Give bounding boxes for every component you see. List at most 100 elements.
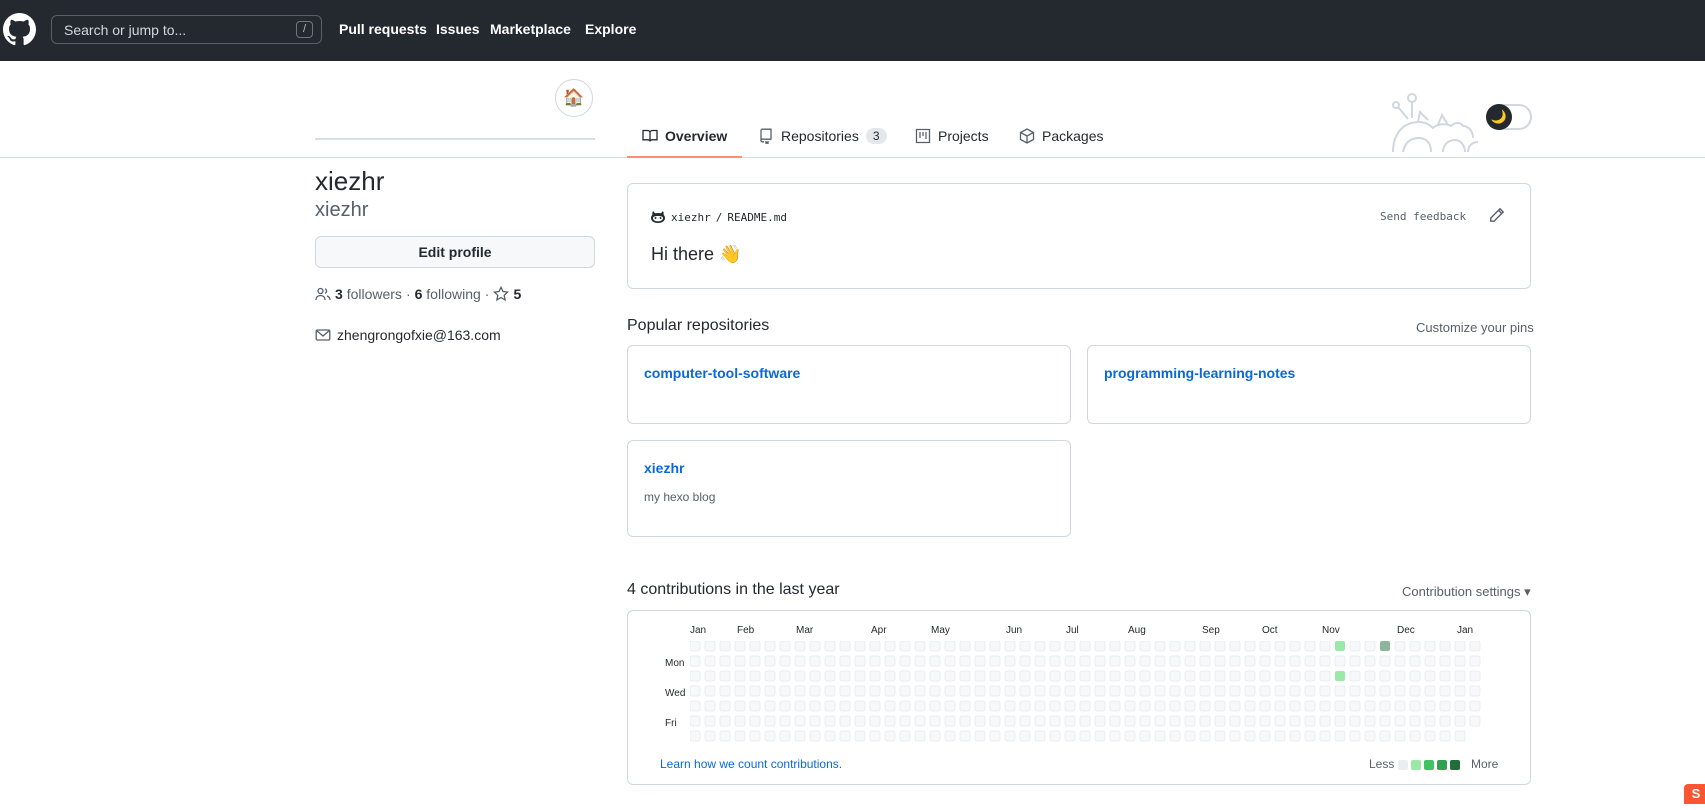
email-link[interactable]: zhengrongofxie@163.com: [337, 327, 501, 343]
contribution-day-cell[interactable]: [1409, 670, 1421, 682]
contribution-day-cell[interactable]: [824, 715, 836, 727]
contribution-day-cell[interactable]: [839, 685, 851, 697]
contribution-day-cell[interactable]: [944, 715, 956, 727]
contribution-day-cell[interactable]: [869, 715, 881, 727]
contribution-day-cell[interactable]: [690, 685, 701, 697]
contribution-day-cell[interactable]: [1319, 641, 1331, 652]
contribution-day-cell[interactable]: [1349, 715, 1361, 727]
contribution-day-cell[interactable]: [1064, 730, 1076, 742]
contribution-day-cell[interactable]: [764, 715, 776, 727]
contribution-day-cell[interactable]: [1169, 641, 1181, 652]
contribution-day-cell[interactable]: [1094, 700, 1106, 712]
contribution-day-cell[interactable]: [974, 655, 986, 667]
contribution-day-cell[interactable]: [1184, 655, 1196, 667]
contribution-day-cell[interactable]: [764, 730, 776, 742]
contribution-day-cell[interactable]: [1229, 641, 1241, 652]
contribution-day-cell[interactable]: [1469, 700, 1481, 712]
contribution-day-cell[interactable]: [779, 715, 791, 727]
contribution-day-cell[interactable]: [749, 715, 761, 727]
contribution-day-cell[interactable]: [1439, 700, 1451, 712]
contribution-day-cell[interactable]: [899, 655, 911, 667]
contribution-day-cell[interactable]: [794, 715, 806, 727]
edit-pencil-icon[interactable]: [1489, 207, 1505, 223]
contribution-day-cell[interactable]: [719, 655, 731, 667]
contribution-day-cell[interactable]: [1184, 641, 1196, 652]
contribution-day-cell[interactable]: [1004, 700, 1016, 712]
customize-pins-link[interactable]: Customize your pins: [1416, 320, 1534, 335]
contribution-day-cell[interactable]: [764, 700, 776, 712]
github-logo-icon[interactable]: [3, 13, 36, 46]
contribution-day-cell[interactable]: [1454, 670, 1466, 682]
contribution-day-cell[interactable]: [1019, 685, 1031, 697]
contribution-day-cell[interactable]: [974, 730, 986, 742]
contribution-day-cell[interactable]: [974, 700, 986, 712]
contribution-day-cell[interactable]: [1274, 730, 1286, 742]
contribution-day-cell[interactable]: [704, 685, 716, 697]
contribution-day-cell[interactable]: [1229, 715, 1241, 727]
contribution-day-cell[interactable]: [1259, 730, 1271, 742]
repo-link[interactable]: xiezhr: [644, 460, 684, 476]
contribution-day-cell[interactable]: [1109, 655, 1121, 667]
contribution-day-cell[interactable]: [719, 715, 731, 727]
contribution-day-cell[interactable]: [809, 685, 821, 697]
contribution-day-cell[interactable]: [1274, 670, 1286, 682]
contribution-day-cell[interactable]: [989, 700, 1001, 712]
contribution-day-cell[interactable]: [749, 655, 761, 667]
contribution-day-cell[interactable]: [1229, 730, 1241, 742]
contribution-day-cell[interactable]: [734, 730, 746, 742]
contribution-day-cell[interactable]: [1469, 715, 1481, 727]
edit-profile-button[interactable]: Edit profile: [315, 236, 595, 268]
contribution-day-cell[interactable]: [914, 730, 926, 742]
contribution-day-cell[interactable]: [1169, 670, 1181, 682]
contribution-day-cell[interactable]: [1154, 715, 1166, 727]
contribution-day-cell[interactable]: [1304, 700, 1316, 712]
contribution-day-cell[interactable]: [1364, 730, 1376, 742]
contribution-day-cell[interactable]: [1004, 715, 1016, 727]
contribution-day-cell[interactable]: [1094, 655, 1106, 667]
repo-link[interactable]: programming-learning-notes: [1104, 365, 1295, 381]
contribution-day-cell[interactable]: [1394, 685, 1406, 697]
contribution-day-cell[interactable]: [764, 655, 776, 667]
contribution-day-cell[interactable]: [974, 641, 986, 652]
contribution-day-cell[interactable]: [869, 685, 881, 697]
contribution-day-cell[interactable]: [854, 715, 866, 727]
contribution-day-cell[interactable]: [794, 641, 806, 652]
contribution-day-cell[interactable]: [1094, 670, 1106, 682]
contribution-day-cell[interactable]: [1019, 700, 1031, 712]
contribution-day-cell[interactable]: [1139, 670, 1151, 682]
contribution-day-cell[interactable]: [704, 730, 716, 742]
contribution-day-cell[interactable]: [1109, 641, 1121, 652]
contribution-day-cell[interactable]: [1199, 700, 1211, 712]
contribution-day-cell[interactable]: [839, 715, 851, 727]
contribution-day-cell[interactable]: [914, 715, 926, 727]
theme-toggle-switch[interactable]: 🌙: [1486, 104, 1532, 130]
contribution-day-cell[interactable]: [1409, 641, 1421, 652]
contribution-day-cell[interactable]: [1424, 715, 1436, 727]
contribution-day-cell[interactable]: [1394, 655, 1406, 667]
contribution-day-cell[interactable]: [1199, 670, 1211, 682]
contribution-day-cell[interactable]: [899, 730, 911, 742]
contribution-day-cell[interactable]: [854, 670, 866, 682]
contribution-day-cell[interactable]: [1289, 715, 1301, 727]
contribution-day-cell[interactable]: [1049, 685, 1061, 697]
contribution-day-cell[interactable]: [1034, 715, 1046, 727]
contribution-day-cell[interactable]: [1274, 700, 1286, 712]
contribution-day-cell[interactable]: [869, 670, 881, 682]
contribution-day-cell[interactable]: [1289, 655, 1301, 667]
readme-file-link[interactable]: README.md: [727, 211, 787, 224]
contribution-day-cell[interactable]: [1124, 700, 1136, 712]
nav-issues[interactable]: Issues: [436, 21, 480, 37]
following-link[interactable]: 6 following: [415, 286, 481, 302]
contribution-day-cell[interactable]: [944, 730, 956, 742]
contribution-day-cell[interactable]: [779, 655, 791, 667]
contribution-day-cell[interactable]: [690, 730, 701, 742]
contribution-day-cell[interactable]: [1304, 655, 1316, 667]
contribution-day-cell[interactable]: [1379, 655, 1391, 667]
contribution-day-cell[interactable]: [959, 670, 971, 682]
contribution-day-cell[interactable]: [839, 700, 851, 712]
contribution-day-cell[interactable]: [704, 670, 716, 682]
contribution-day-cell[interactable]: [1034, 655, 1046, 667]
contribution-settings-dropdown[interactable]: Contribution settings ▾: [1402, 584, 1531, 600]
stars-link[interactable]: 5: [493, 286, 521, 302]
send-feedback-link[interactable]: Send feedback: [1380, 210, 1466, 223]
